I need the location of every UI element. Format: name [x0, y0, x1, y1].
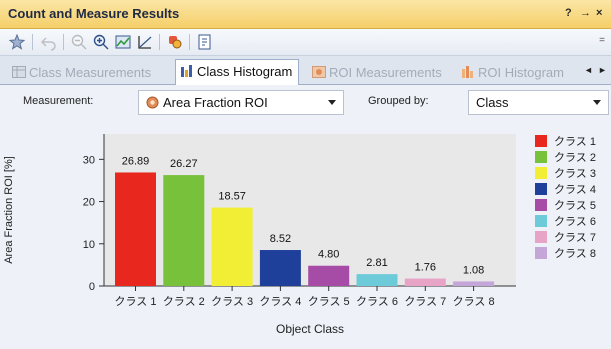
tab-roi-measurements[interactable]: ROI Measurements	[312, 62, 442, 84]
tab-scroll-left-icon[interactable]: ◄	[584, 65, 593, 75]
measure-tool-icon[interactable]	[166, 33, 184, 51]
tab-strip: Class Measurements Class Histogram ROI M…	[0, 56, 611, 85]
legend-swatch	[535, 215, 547, 227]
x-axis-title: Object Class	[276, 322, 344, 336]
bar	[404, 278, 446, 286]
bar-value-label: 1.08	[463, 264, 484, 276]
chevron-down-icon	[593, 100, 601, 105]
y-tick-label: 20	[83, 197, 95, 209]
x-tick-label: クラス 8	[453, 295, 495, 308]
bar	[211, 207, 253, 286]
bar-value-label: 1.76	[415, 262, 436, 274]
x-tick-label: クラス 4	[259, 295, 301, 308]
legend-swatch	[535, 151, 547, 163]
legend-label: クラス 2	[554, 151, 596, 164]
toolbar-separator	[63, 34, 64, 50]
measurement-value: Area Fraction ROI	[163, 95, 268, 110]
legend-swatch	[535, 247, 547, 259]
toolbar-separator	[189, 34, 190, 50]
bar-value-label: 2.81	[366, 257, 387, 269]
grouped-by-label: Grouped by:	[368, 95, 429, 107]
legend-label: クラス 6	[554, 215, 596, 228]
tab-roi-histogram[interactable]: ROI Histogram	[461, 62, 564, 84]
star-icon[interactable]	[8, 33, 26, 51]
roi-histogram-icon	[462, 66, 473, 78]
tab-label: ROI Histogram	[478, 65, 564, 80]
bar	[259, 250, 301, 286]
x-tick-label: クラス 1	[115, 295, 157, 308]
bar-value-label: 26.27	[170, 158, 198, 170]
chart-grid-icon[interactable]	[114, 33, 132, 51]
bar	[453, 281, 495, 286]
table-icon	[12, 66, 26, 78]
zoom-out-icon[interactable]	[70, 33, 88, 51]
x-tick-label: クラス 3	[211, 295, 253, 308]
x-tick-label: クラス 6	[356, 295, 398, 308]
measurement-label: Measurement:	[23, 95, 94, 107]
legend-swatch	[535, 199, 547, 211]
bar-value-label: 18.57	[218, 191, 246, 203]
legend-label: クラス 7	[554, 231, 596, 244]
toolbar-separator	[32, 34, 33, 50]
x-tick-label: クラス 7	[404, 295, 446, 308]
tab-label: Class Measurements	[29, 65, 152, 80]
bar	[115, 172, 156, 286]
chevron-down-icon	[328, 100, 336, 105]
legend-label: クラス 8	[554, 247, 596, 260]
legend-swatch	[535, 167, 547, 179]
x-tick-label: クラス 2	[163, 295, 205, 308]
toolbar-overflow-button[interactable]: =	[599, 35, 605, 46]
zoom-in-icon[interactable]	[92, 33, 110, 51]
count-measure-results-panel: Count and Measure Results ? → × = Class …	[0, 0, 611, 349]
y-axis-title: Area Fraction ROI [%]	[3, 156, 15, 264]
y-tick-label: 30	[83, 154, 95, 166]
export-icon[interactable]	[196, 33, 214, 51]
bar-value-label: 8.52	[270, 233, 291, 245]
tab-scroll-right-icon[interactable]: ►	[598, 65, 607, 75]
class-histogram-chart: Area Fraction ROI [%] Object Class 0 10 20…	[3, 134, 596, 336]
histogram-icon	[181, 65, 192, 77]
y-tick-label: 10	[83, 239, 95, 251]
measurement-dropdown[interactable]: Area Fraction ROI	[138, 90, 344, 115]
bar	[308, 265, 350, 286]
help-icon[interactable]: ?	[565, 7, 572, 19]
y-tick-label: 0	[89, 281, 95, 293]
tab-label: Class Histogram	[197, 64, 293, 79]
legend-label: クラス 5	[554, 199, 596, 212]
toolbar: =	[0, 29, 611, 56]
roi-icon	[146, 96, 159, 109]
roi-table-icon	[312, 66, 326, 78]
undo-icon[interactable]	[40, 33, 58, 51]
legend-swatch	[535, 231, 547, 243]
grouped-by-dropdown[interactable]: Class	[468, 90, 609, 115]
legend-label: クラス 3	[554, 167, 596, 180]
legend-swatch	[535, 135, 547, 147]
toolbar-separator	[159, 34, 160, 50]
tab-class-measurements[interactable]: Class Measurements	[12, 62, 151, 84]
tab-class-histogram[interactable]: Class Histogram	[175, 59, 300, 85]
title-bar[interactable]: Count and Measure Results ? → ×	[0, 0, 611, 29]
bar-value-label: 26.89	[122, 155, 150, 167]
grouped-by-value: Class	[476, 95, 509, 110]
x-tick-label: クラス 5	[308, 295, 350, 308]
legend-label: クラス 1	[554, 135, 596, 148]
legend-label: クラス 4	[554, 183, 596, 196]
pin-icon[interactable]: →	[580, 7, 591, 19]
window-title: Count and Measure Results	[8, 6, 180, 21]
tab-label: ROI Measurements	[329, 65, 442, 80]
bar	[163, 175, 205, 286]
bar	[356, 274, 398, 286]
bar-value-label: 4.80	[318, 249, 339, 261]
legend-swatch	[535, 183, 547, 195]
draw-line-icon[interactable]	[136, 33, 154, 51]
close-icon[interactable]: ×	[596, 7, 602, 19]
chart-options: Measurement: Area Fraction ROI Grouped b…	[0, 85, 611, 125]
